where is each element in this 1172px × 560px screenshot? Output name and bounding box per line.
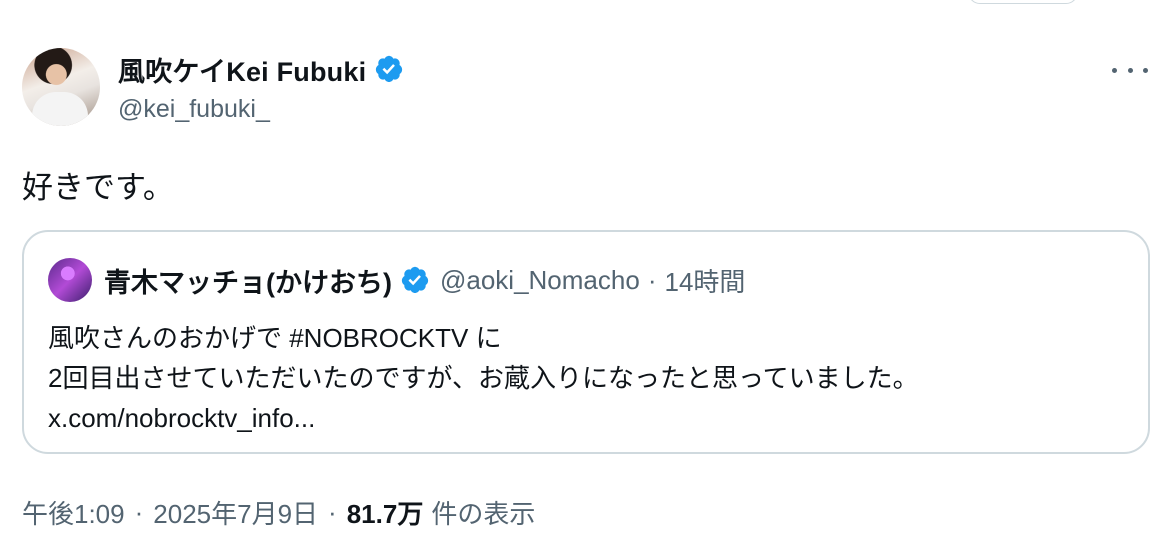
quoted-post-header: 青木マッチョ(かけおち) @aoki_Nomacho · 14時間: [48, 258, 745, 302]
post-meta: 午後1:09 · 2025年7月9日 · 81.7万 件の表示: [22, 494, 535, 531]
verified-badge-icon: [401, 266, 429, 294]
quoted-link[interactable]: x.com/nobrocktv_info...: [48, 398, 919, 438]
verified-badge-icon: [376, 55, 403, 83]
quoted-author-handle[interactable]: @aoki_Nomacho: [440, 265, 640, 296]
quoted-author-avatar[interactable]: [48, 258, 92, 302]
meta-separator: ·: [134, 497, 144, 527]
quoted-post-text: 風吹さんのおかげで #NOBROCKTV に 2回目出させていただいたのですが、…: [48, 318, 919, 438]
more-dot: [1143, 67, 1148, 73]
quoted-timestamp[interactable]: 14時間: [664, 262, 745, 299]
quoted-separator: ·: [647, 264, 657, 295]
view-count-label: 件の表示: [431, 499, 536, 529]
avatar-figure: [32, 92, 88, 126]
more-options-button[interactable]: [1112, 60, 1148, 80]
post-date[interactable]: 2025年7月9日: [153, 494, 318, 531]
more-horizontal-icon: [1112, 67, 1117, 73]
view-count: 81.7万: [346, 499, 424, 529]
more-dot: [1127, 67, 1133, 73]
post-time[interactable]: 午後1:09: [22, 494, 125, 531]
top-partial-button[interactable]: [968, 0, 1078, 4]
author-display-name[interactable]: 風吹ケイKei Fubuki: [118, 50, 366, 89]
quoted-post-card[interactable]: 青木マッチョ(かけおち) @aoki_Nomacho · 14時間 風吹さんのお…: [22, 230, 1150, 454]
quoted-author-display-name[interactable]: 青木マッチョ(かけおち): [104, 261, 392, 300]
author-avatar[interactable]: [22, 48, 100, 126]
author-name-row: 風吹ケイKei Fubuki: [118, 50, 404, 89]
meta-separator: ·: [328, 497, 337, 527]
author-handle[interactable]: @kei_fubuki_: [118, 95, 270, 124]
quoted-text-line: 風吹さんのおかげで #NOBROCKTV に: [48, 323, 502, 353]
quoted-text-line: 2回目出させていただいたのですが、お蔵入りになったと思っていました。: [48, 363, 919, 393]
post-text: 好きです。: [22, 170, 174, 205]
